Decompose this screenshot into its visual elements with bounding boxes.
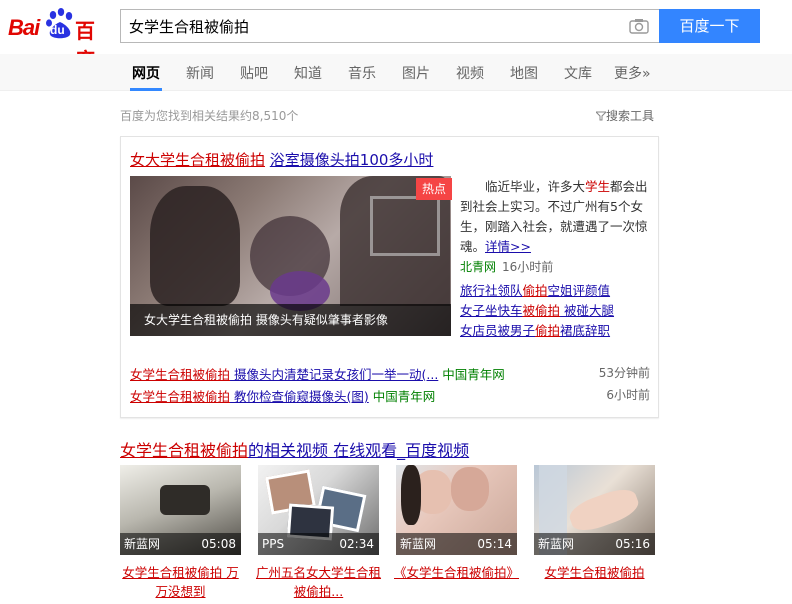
- logo-du: du: [50, 23, 65, 37]
- tab-tieba[interactable]: 贴吧: [240, 63, 268, 83]
- search-box: [120, 9, 659, 43]
- camera-icon[interactable]: [629, 18, 649, 34]
- video-title-rest[interactable]: 的相关视频 在线观看_百度视频: [248, 441, 469, 460]
- card-description: 临近毕业，许多大学生都会出到社会上实习。不过广州有5个女生，刚踏入社会，就遭遇了…: [460, 177, 650, 257]
- video-info-bar: PPS 02:34: [258, 533, 379, 555]
- card-title-rest[interactable]: 浴室摄像头拍100多小时: [270, 151, 434, 169]
- sub-result-title[interactable]: 教你检查偷窥摄像头(图): [230, 389, 369, 404]
- video-duration: 02:34: [339, 537, 374, 551]
- logo-latin: Bai: [8, 15, 40, 40]
- tab-images[interactable]: 图片: [402, 63, 430, 83]
- search-input[interactable]: [129, 10, 619, 42]
- image-caption: 女大学生合租被偷拍 摄像头有疑似肇事者影像: [130, 304, 451, 336]
- link-text[interactable]: 女子坐快车: [460, 303, 523, 318]
- video-info-bar: 新蓝网 05:14: [396, 533, 517, 555]
- sub-result-time: 53分钟前: [598, 366, 650, 380]
- related-news-link[interactable]: 女店员被男子偷拍裙底辞职: [460, 320, 610, 339]
- video-source: 新蓝网: [400, 537, 437, 551]
- video-thumbnail[interactable]: PPS 02:34: [258, 465, 379, 555]
- video-caption[interactable]: 《女学生合租被偷拍》: [394, 563, 519, 582]
- hot-badge: 热点: [416, 178, 452, 200]
- video-thumbnail[interactable]: 新蓝网 05:16: [534, 465, 655, 555]
- sub-result-time: 6小时前: [606, 388, 650, 402]
- tab-news[interactable]: 新闻: [186, 63, 214, 83]
- video-caption[interactable]: 女学生合租被偷拍: [532, 563, 657, 582]
- desc-text: 临近毕业，许多大: [485, 179, 586, 194]
- details-link[interactable]: 详情>>: [485, 239, 531, 254]
- tab-webpage[interactable]: 网页: [132, 63, 160, 83]
- video-source: PPS: [262, 537, 285, 551]
- video-caption[interactable]: 女学生合租被偷拍 万万没想到: [118, 563, 243, 601]
- tab-video[interactable]: 视频: [456, 63, 484, 83]
- video-source: 新蓝网: [538, 537, 575, 551]
- baidu-logo[interactable]: Bai du 百度: [8, 6, 114, 72]
- link-text[interactable]: 空姐评颜值: [548, 283, 611, 298]
- video-duration: 05:08: [201, 537, 236, 551]
- search-button[interactable]: 百度一下: [659, 9, 760, 43]
- sub-result-highlight[interactable]: 女学生合租被偷拍: [130, 367, 230, 382]
- link-text[interactable]: 被碰大腿: [560, 303, 614, 318]
- link-highlight[interactable]: 被偷拍: [523, 303, 561, 318]
- link-text[interactable]: 女店员被男子: [460, 323, 535, 338]
- related-news-link[interactable]: 旅行社领队偷拍空姐评颜值: [460, 280, 610, 299]
- image-window: [370, 196, 440, 256]
- sub-result-row: 女学生合租被偷拍 教你检查偷窥摄像头(图) 中国青年网 6小时前: [130, 386, 650, 404]
- sub-result-title[interactable]: 摄像头内清楚记录女孩们一举一动(...: [230, 367, 438, 382]
- tab-zhidao[interactable]: 知道: [294, 63, 322, 83]
- news-card: 女大学生合租被偷拍 浴室摄像头拍100多小时 女大学生合租被偷拍 摄像头有疑似肇…: [120, 136, 659, 418]
- related-news-link[interactable]: 女子坐快车被偷拍 被碰大腿: [460, 300, 614, 319]
- result-count: 百度为您找到相关结果约8,510个: [120, 109, 299, 123]
- card-source: 北青网 16小时前: [460, 258, 553, 275]
- video-thumbnail[interactable]: 新蓝网 05:14: [396, 465, 517, 555]
- video-info-bar: 新蓝网 05:08: [120, 533, 241, 555]
- sub-result-source: 中国青年网: [442, 367, 505, 382]
- search-tabs: 网页 新闻 贴吧 知道 音乐 图片 视频 地图 文库 更多»: [0, 54, 792, 91]
- tab-music[interactable]: 音乐: [348, 63, 376, 83]
- link-highlight[interactable]: 偷拍: [535, 323, 560, 338]
- video-source: 新蓝网: [124, 537, 161, 551]
- video-duration: 05:16: [615, 537, 650, 551]
- card-title-highlight[interactable]: 女大学生合租被偷拍: [130, 151, 265, 169]
- link-highlight[interactable]: 偷拍: [523, 283, 548, 298]
- video-thumbnail[interactable]: 新蓝网 05:08: [120, 465, 241, 555]
- video-title-highlight[interactable]: 女学生合租被偷拍: [120, 441, 248, 460]
- tab-wenku[interactable]: 文库: [564, 63, 592, 83]
- source-time: 16小时前: [502, 260, 554, 274]
- tab-more[interactable]: 更多»: [614, 63, 651, 83]
- link-text[interactable]: 旅行社领队: [460, 283, 523, 298]
- sub-result-highlight[interactable]: 女学生合租被偷拍: [130, 389, 230, 404]
- video-section-title[interactable]: 女学生合租被偷拍的相关视频 在线观看_百度视频: [120, 437, 469, 461]
- header: Bai du 百度 百度一下: [0, 0, 792, 72]
- tab-map[interactable]: 地图: [510, 63, 538, 83]
- search-tools-label: 搜索工具: [606, 109, 655, 123]
- active-tab-indicator: [130, 88, 162, 91]
- image-figure: [150, 186, 240, 306]
- search-tools[interactable]: 搜索工具: [594, 107, 655, 124]
- sub-result-source: 中国青年网: [372, 389, 436, 404]
- news-image[interactable]: 女大学生合租被偷拍 摄像头有疑似肇事者影像: [130, 176, 451, 336]
- card-title[interactable]: 女大学生合租被偷拍 浴室摄像头拍100多小时: [130, 149, 433, 170]
- sub-result-row: 女学生合租被偷拍 摄像头内清楚记录女孩们一举一动(... 中国青年网 53分钟前: [130, 364, 650, 382]
- video-info-bar: 新蓝网 05:16: [534, 533, 655, 555]
- video-caption[interactable]: 广州五名女大学生合租被偷拍...: [256, 563, 381, 601]
- filter-icon: [594, 111, 608, 121]
- source-name: 北青网: [460, 260, 497, 274]
- desc-highlight: 学生: [585, 179, 611, 194]
- video-duration: 05:14: [477, 537, 512, 551]
- link-text[interactable]: 裙底辞职: [560, 323, 610, 338]
